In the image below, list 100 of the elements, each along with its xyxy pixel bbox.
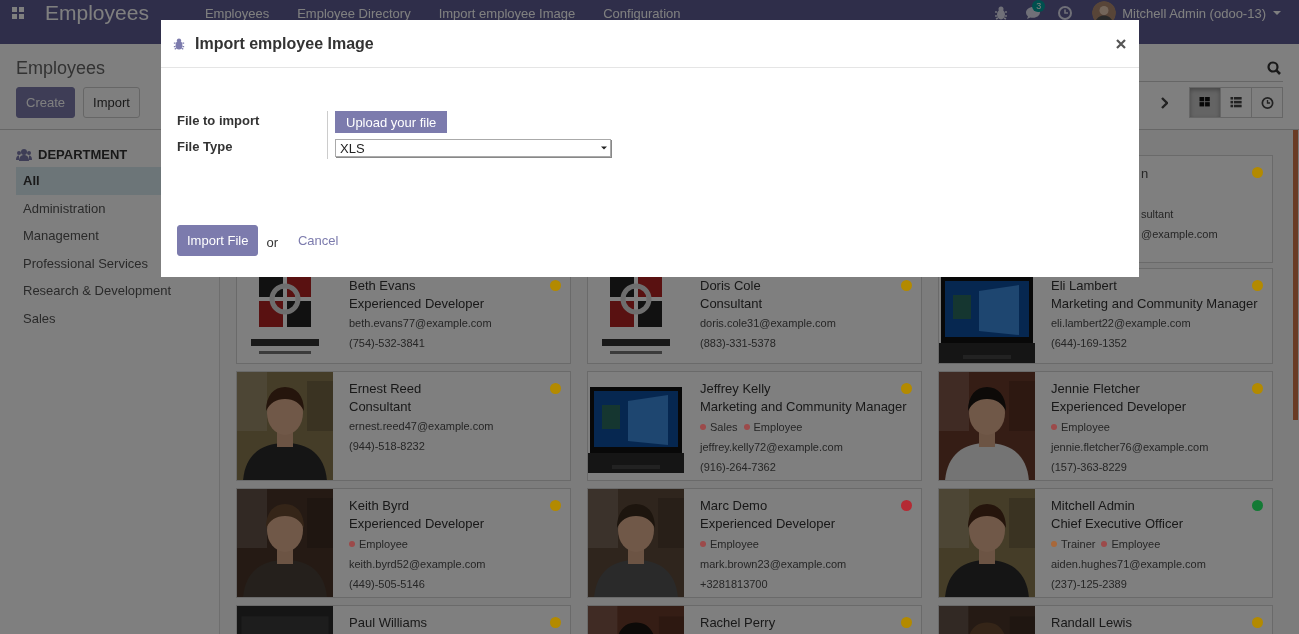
status-dot[interactable] [901,383,912,394]
action-button[interactable]: Create [16,87,76,118]
job-title: Marketing and Community Manager [700,398,907,416]
status-dot[interactable] [1252,167,1263,178]
employee-card[interactable]: Paul Williams [236,605,571,634]
status-dot[interactable] [901,617,912,628]
import-file-button[interactable]: Import File [177,225,259,256]
phone-number: (944)-518-8232 [349,439,425,454]
bug-icon[interactable] [994,6,1009,20]
employee-name: Eli Lambert [1051,277,1117,295]
field-label: File Type [177,138,234,156]
email: doris.cole31@example.com [700,316,836,331]
tag-label: Trainer [1061,537,1096,552]
next-page-icon[interactable] [1160,96,1168,109]
activity-view-button[interactable] [1251,87,1283,118]
dialog-title: Import employee Image [195,34,375,53]
department-item[interactable]: Sales [16,304,219,332]
kanban-view-button[interactable] [1189,87,1221,118]
email: keith.byrd52@example.com [349,557,486,572]
phone-number: (883)-331-5378 [700,336,776,351]
employee-card[interactable]: Jennie Fletcher Experienced Developer Employee jennie.fletcher76@example.com (157)-363-8229 [938,371,1273,481]
department-item[interactable]: Research & Development [16,277,219,305]
menu-item[interactable]: Employees [204,5,270,21]
tag-label: Employee [359,537,408,552]
tag-label: Employee [1061,420,1110,435]
close-icon[interactable] [1116,38,1126,49]
search-icon[interactable] [1267,60,1281,75]
employee-card[interactable]: Eli Lambert Marketing and Community Manager eli.lambert22@example.com (644)-169-1352 [938,268,1273,364]
job-title: Chief Executive Officer [1051,515,1183,533]
app-name: Employees [45,1,149,25]
tag-label: Employee [710,537,759,552]
email: jennie.fletcher76@example.com [1051,440,1209,455]
status-dot[interactable] [901,280,912,291]
card-text: sultant [1141,207,1174,222]
employee-name: Beth Evans [349,277,416,295]
employee-card[interactable]: Mitchell Admin Chief Executive Officer Trainer Employee aiden.hughes71@example.com (237)-125-2389 [938,488,1273,598]
email: aiden.hughes71@example.com [1051,557,1206,572]
job-title: Marketing and Community Manager [1051,295,1258,313]
phone-number: (237)-125-2389 [1051,577,1127,592]
status-dot[interactable] [1252,617,1263,628]
employee-name: Marc Demo [700,497,768,515]
file-type-select[interactable]: XLS [335,139,611,157]
action-button[interactable]: Import [83,87,140,118]
status-dot[interactable] [550,280,561,291]
status-dot[interactable] [550,500,561,511]
scrollbar[interactable] [1293,130,1298,420]
employee-card[interactable]: Jeffrey Kelly Marketing and Community Manager Sales Employee jeffrey.kelly72@example.com (916)-264-7362 [587,371,922,481]
job-title: Consultant [349,398,412,416]
job-title: Experienced Developer [1051,398,1187,416]
job-title: Experienced Developer [349,515,485,533]
employee-card[interactable]: Rachel Perry [587,605,922,634]
phone-number: (449)-505-5146 [349,577,425,592]
grid-icon [1198,96,1212,109]
employee-card[interactable]: Ernest Reed Consultant ernest.reed47@example.com (944)-518-8232 [236,371,571,481]
status-dot[interactable] [1252,280,1263,291]
bug-icon [173,37,185,50]
employee-name: Rachel Perry [700,614,776,632]
email: beth.evans77@example.com [349,316,492,331]
separator-text: or [266,234,278,250]
employee-name: Ernest Reed [349,380,422,398]
phone-number: (916)-264-7362 [700,460,776,475]
status-dot[interactable] [901,500,912,511]
email: eli.lambert22@example.com [1051,316,1191,331]
caret-icon [601,146,607,150]
apps-menu-icon[interactable] [12,7,24,19]
menu-item[interactable]: Configuration [603,5,681,21]
cancel-link[interactable]: Cancel [297,233,339,248]
status-dot[interactable] [550,383,561,394]
employee-name: Jennie Fletcher [1051,380,1140,398]
email: jeffrey.kelly72@example.com [700,440,843,455]
tag-label: Employee [753,420,803,435]
employee-card[interactable]: Keith Byrd Experienced Developer Employee keith.byrd52@example.com (449)-505-5146 [236,488,571,598]
message-count: 3 [1032,0,1046,12]
menu-item[interactable]: Import employee Image [438,5,576,21]
email: mark.brown23@example.com [700,557,847,572]
upload-button[interactable]: Upload your file [335,111,448,133]
menu-item[interactable]: Employee Directory [297,5,411,21]
clock-icon [1260,96,1274,109]
employee-name: Randall Lewis [1051,614,1132,632]
breadcrumb: Employees [16,57,106,80]
status-dot[interactable] [1252,383,1263,394]
employee-name: Paul Williams [349,614,427,632]
tag-label: Employee [1111,537,1161,552]
job-title: Consultant [700,295,763,313]
status-dot[interactable] [1252,500,1263,511]
email: ernest.reed47@example.com [349,419,494,434]
phone-number: (157)-363-8229 [1051,460,1127,475]
employee-card[interactable]: Randall Lewis [938,605,1273,634]
employee-name: Jeffrey Kelly [700,380,771,398]
status-dot[interactable] [550,617,561,628]
card-text: @example.com [1141,227,1218,242]
list-view-button[interactable] [1220,87,1252,118]
job-title: Experienced Developer [700,515,836,533]
clock-icon[interactable] [1058,6,1073,20]
employee-card[interactable]: Marc Demo Experienced Developer Employee mark.brown23@example.com +3281813700 [587,488,922,598]
employee-name: Keith Byrd [349,497,409,515]
field-label: File to import [177,112,261,130]
phone-number: (754)-532-3841 [349,336,425,351]
users-icon [16,148,32,161]
tag-label: Sales [710,420,738,435]
